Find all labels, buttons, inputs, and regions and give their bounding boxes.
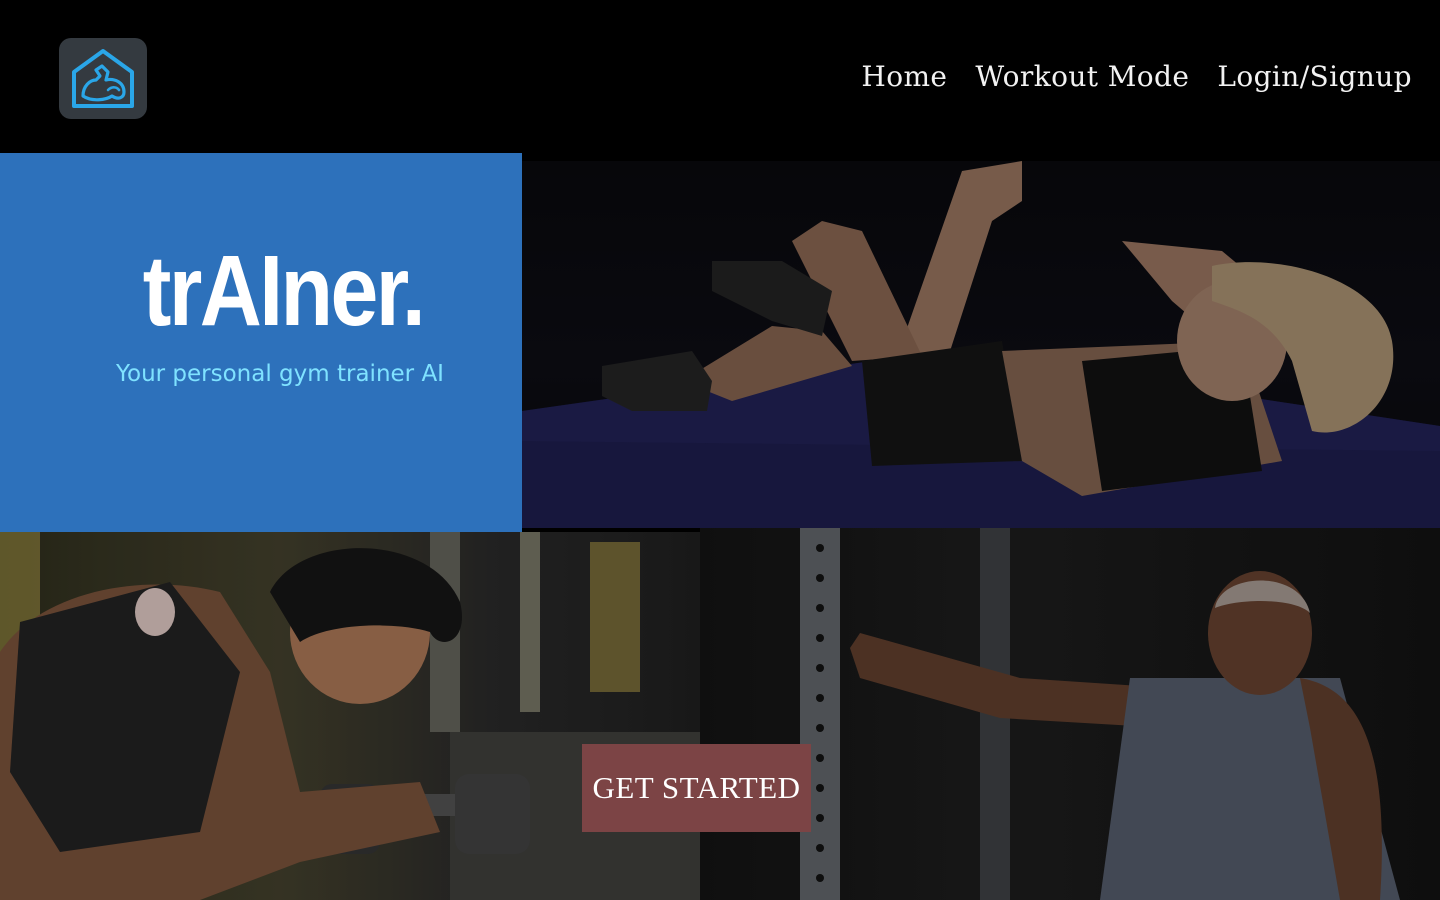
top-navbar: Home Workout Mode Login/Signup xyxy=(0,0,1440,153)
dumbbell-photo xyxy=(0,532,700,900)
dumbbell-photo-illustration xyxy=(0,532,700,900)
brand-tagline: Your personal gym trainer AI xyxy=(116,361,444,387)
nav-login-signup-link[interactable]: Login/Signup xyxy=(1217,60,1412,93)
brand-title: trAIner. xyxy=(142,235,426,347)
stretch-photo xyxy=(700,528,1440,900)
main-nav: Home Workout Mode Login/Signup xyxy=(861,60,1412,93)
app-logo[interactable] xyxy=(59,38,147,119)
get-started-button[interactable]: GET STARTED xyxy=(582,744,811,832)
crunch-photo xyxy=(522,161,1440,528)
nav-home-link[interactable]: Home xyxy=(861,60,947,93)
flexed-arm-house-icon xyxy=(72,48,134,108)
nav-workout-mode-link[interactable]: Workout Mode xyxy=(975,60,1189,93)
hero-brand-panel: trAIner. Your personal gym trainer AI xyxy=(0,153,522,532)
crunch-photo-illustration xyxy=(522,161,1440,528)
stretch-photo-illustration xyxy=(700,528,1440,900)
